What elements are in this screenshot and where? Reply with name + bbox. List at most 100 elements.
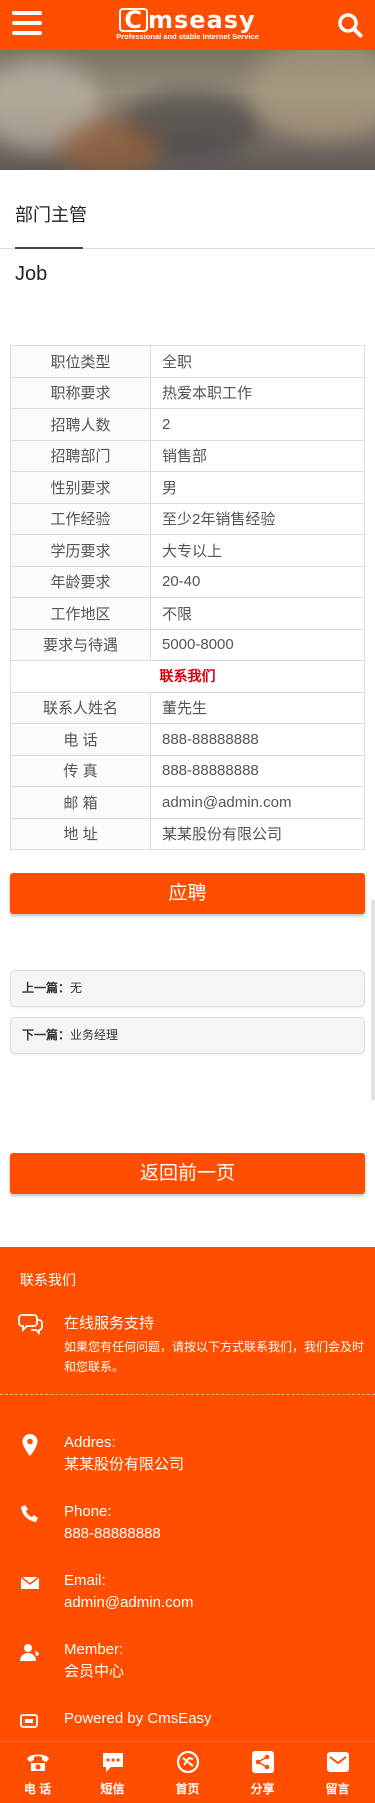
online-support-block: 在线服务支持 如果您有任何问题，请按以下方式联系我们，我们会及时和您联系。 — [0, 1297, 375, 1394]
nav-home-label: 首页 — [175, 1782, 200, 1796]
search-icon[interactable] — [337, 12, 363, 38]
member-label: Member: — [64, 1641, 124, 1658]
address-value: 某某股份有限公司 — [64, 1456, 185, 1473]
contact-value: 董先生 — [150, 691, 365, 724]
job-row: 年龄要求 20-40 — [10, 565, 365, 598]
footer-member: Member: 会员中心 — [0, 1640, 375, 1709]
job-value: 5000-8000 — [150, 628, 365, 661]
contact-value: 888-88888888 — [150, 754, 365, 787]
logo-wordmark: Cmseasy — [110, 8, 265, 32]
job-value: 全职 — [150, 345, 365, 378]
contact-row: 传 真 888-88888888 — [10, 754, 365, 787]
prev-article-link[interactable]: 上一篇：无 — [10, 970, 365, 1007]
job-key: 性别要求 — [10, 471, 151, 504]
back-button[interactable]: 返回前一页 — [10, 1153, 365, 1194]
nav-home[interactable]: 首页 — [150, 1742, 225, 1803]
support-title: 在线服务支持 — [64, 1315, 155, 1332]
next-article-title: 业务经理 — [70, 1028, 119, 1042]
contact-key: 地 址 — [10, 817, 151, 850]
user-icon — [18, 1640, 42, 1664]
category-title: 部门主管 — [15, 205, 87, 225]
email-label: Email: — [64, 1572, 106, 1589]
job-row: 要求与待遇 5000-8000 — [10, 628, 365, 661]
footer-heading: 联系我们 — [20, 1272, 76, 1288]
location-pin-icon — [18, 1433, 42, 1457]
contact-value: 888-88888888 — [150, 723, 365, 756]
job-value: 大专以上 — [150, 534, 365, 567]
job-row: 学历要求 大专以上 — [10, 534, 365, 567]
job-value: 不限 — [150, 597, 365, 630]
nav-share[interactable]: 分享 — [225, 1742, 300, 1803]
share-icon — [251, 1751, 274, 1773]
job-key: 年龄要求 — [10, 565, 151, 598]
job-value: 20-40 — [150, 565, 365, 598]
contact-heading-row: 联系我们 — [10, 660, 365, 693]
contact-value: admin@admin.com — [150, 786, 365, 819]
prev-article-title: 无 — [70, 981, 83, 995]
nav-message[interactable]: 留言 — [300, 1742, 375, 1803]
contact-key: 联系人姓名 — [10, 691, 151, 724]
job-value: 2 — [150, 408, 365, 441]
job-value: 销售部 — [150, 439, 365, 472]
next-article-label: 下一篇： — [22, 1028, 71, 1042]
contact-value: 某某股份有限公司 — [150, 817, 365, 850]
scrollbar[interactable] — [371, 900, 375, 1100]
contact-key: 电 话 — [10, 723, 151, 756]
mail-icon — [326, 1752, 349, 1772]
nav-phone-label: 电 话 — [23, 1782, 52, 1796]
nav-sms-label: 短信 — [100, 1782, 125, 1796]
job-key: 要求与待遇 — [10, 628, 151, 661]
nav-share-label: 分享 — [250, 1782, 275, 1796]
job-row: 工作经验 至少2年销售经验 — [10, 502, 365, 535]
job-key: 学历要求 — [10, 534, 151, 567]
job-row: 招聘人数 2 — [10, 408, 365, 441]
job-row: 职称要求 热爱本职工作 — [10, 376, 365, 409]
email-value[interactable]: admin@admin.com — [64, 1593, 193, 1613]
cms-icon — [18, 1709, 42, 1733]
site-footer: 联系我们 在线服务支持 如果您有任何问题，请按以下方式联系我们，我们会及时和您联… — [0, 1247, 375, 1803]
phone-value[interactable]: 888-88888888 — [64, 1524, 161, 1544]
job-row: 职位类型 全职 — [10, 345, 365, 378]
phone-label: Phone: — [64, 1503, 112, 1520]
nav-sms[interactable]: 短信 — [75, 1742, 150, 1803]
site-logo[interactable]: Cmseasy Professional and stable Internet… — [110, 8, 265, 42]
contact-row: 电 话 888-88888888 — [10, 723, 365, 756]
nav-phone[interactable]: 电 话 — [0, 1742, 75, 1803]
powered-by-text[interactable]: Powered by CmsEasy — [64, 1709, 212, 1729]
bottom-navigation: 电 话 短信 首页 分享 留言 — [0, 1741, 375, 1803]
chat-bubbles-icon — [18, 1311, 44, 1336]
job-info-table: 职位类型 全职 职称要求 热爱本职工作 招聘人数 2 招聘部门 销售部 性别要求男工作经验 至少2… — [10, 345, 365, 850]
job-value: 男 — [150, 471, 365, 504]
job-value: 至少2年销售经验 — [150, 502, 365, 535]
title-divider — [0, 247, 375, 249]
sms-icon — [102, 1753, 123, 1772]
job-row: 性别要求男 — [10, 471, 365, 504]
job-key: 工作经验 — [10, 502, 151, 535]
job-row: 招聘部门 销售部 — [10, 439, 365, 472]
contact-row: 联系人姓名 董先生 — [10, 691, 365, 724]
menu-icon[interactable] — [12, 11, 42, 37]
member-center-link[interactable]: 会员中心 — [64, 1662, 124, 1682]
contact-row: 地 址某某股份有限公司 — [10, 817, 365, 850]
job-key: 工作地区 — [10, 597, 151, 630]
job-key: 职称要求 — [10, 376, 151, 409]
nav-message-label: 留言 — [325, 1782, 350, 1796]
phone-handset-icon — [18, 1502, 42, 1526]
phone-icon — [26, 1754, 49, 1771]
top-bar: Cmseasy Professional and stable Internet… — [0, 0, 375, 50]
contact-key: 传 真 — [10, 754, 151, 787]
home-icon — [176, 1750, 199, 1774]
apply-button[interactable]: 应聘 — [10, 873, 365, 914]
job-row: 工作地区 不限 — [10, 597, 365, 630]
envelope-icon — [18, 1571, 42, 1595]
contact-heading: 联系我们 — [10, 660, 365, 693]
footer-address: Addres: 某某股份有限公司 — [0, 1433, 375, 1502]
footer-email: Email: admin@admin.com — [0, 1571, 375, 1640]
footer-phone: Phone: 888-88888888 — [0, 1502, 375, 1571]
contact-row: 邮 箱 admin@admin.com — [10, 786, 365, 819]
page-banner-image — [0, 50, 375, 170]
job-value: 热爱本职工作 — [150, 376, 365, 409]
next-article-link[interactable]: 下一篇：业务经理 — [10, 1017, 365, 1054]
job-key: 招聘人数 — [10, 408, 151, 441]
page-subtitle: Job — [15, 263, 48, 285]
